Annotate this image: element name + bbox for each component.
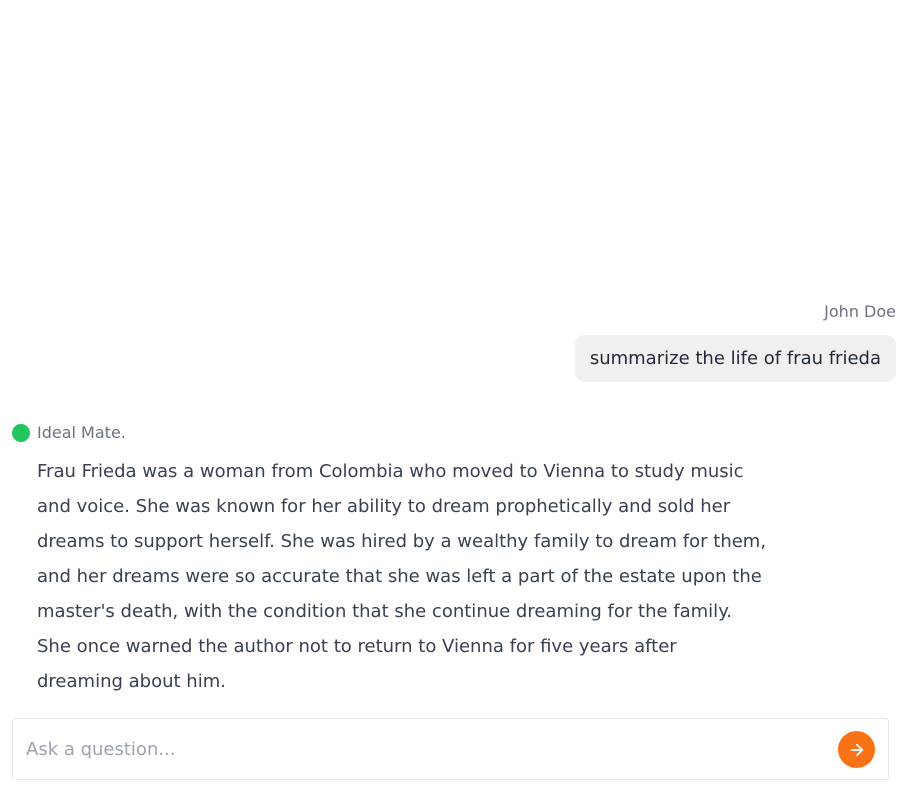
- user-message: John Doe summarize the life of frau frie…: [574, 302, 896, 382]
- assistant-name: Ideal Mate.: [37, 423, 126, 442]
- user-name: John Doe: [824, 302, 896, 321]
- user-message-bubble: summarize the life of frau frieda: [574, 335, 896, 382]
- assistant-message-text: Frau Frieda was a woman from Colombia wh…: [37, 461, 767, 692]
- assistant-header: Ideal Mate.: [12, 423, 126, 443]
- question-input-bar: [12, 718, 889, 780]
- send-button[interactable]: [838, 731, 875, 768]
- chat-page: John Doe summarize the life of frau frie…: [0, 0, 911, 799]
- arrow-right-icon: [848, 741, 866, 759]
- online-status-dot: [12, 424, 30, 442]
- question-input[interactable]: [26, 719, 826, 779]
